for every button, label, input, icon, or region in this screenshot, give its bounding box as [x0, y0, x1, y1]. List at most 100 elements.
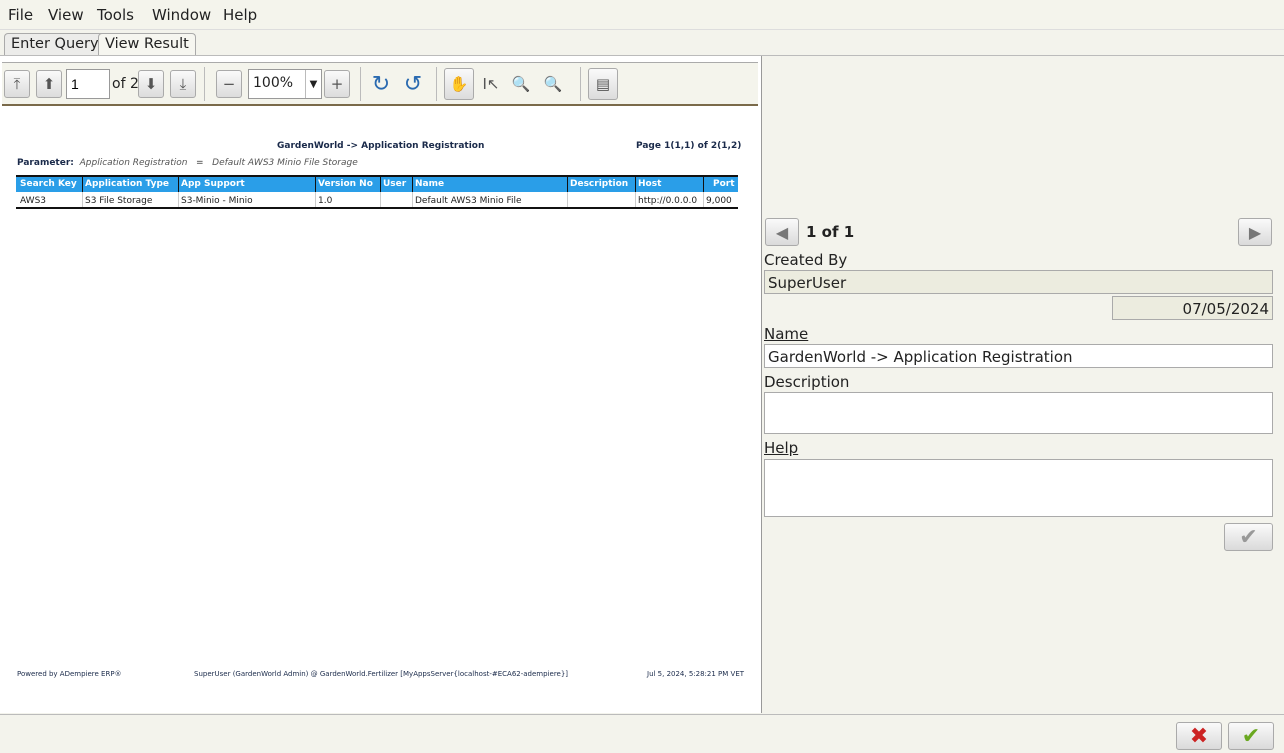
zoom-out-button[interactable]: − — [216, 70, 242, 98]
ok-button[interactable]: ✔ — [1228, 722, 1274, 750]
report-title: GardenWorld -> Application Registration — [277, 141, 485, 151]
table-row[interactable]: AWS3 S3 File Storage S3-Minio - Minio 1.… — [16, 192, 738, 209]
zoom-area-tool-button[interactable]: 🔍 — [508, 70, 534, 98]
menu-tools[interactable]: Tools — [97, 6, 134, 24]
rotate-counterclockwise-icon: ↺ — [403, 71, 423, 97]
column-header[interactable]: Port — [713, 179, 735, 189]
toolbar-separator — [580, 67, 581, 101]
minus-icon: − — [222, 75, 236, 93]
close-icon: ✖ — [1189, 723, 1209, 749]
column-header[interactable]: User — [383, 179, 406, 189]
menu-view[interactable]: View — [48, 6, 84, 24]
menu-file[interactable]: File — [8, 6, 33, 24]
zoom-select[interactable]: 100% ▼ — [248, 69, 322, 99]
previous-record-button[interactable]: ◀ — [765, 218, 799, 246]
cell-divider — [635, 192, 636, 207]
column-header[interactable]: Search Key — [20, 179, 77, 189]
cancel-button[interactable]: ✖ — [1176, 722, 1222, 750]
previous-page-button[interactable]: ⬆ — [36, 70, 62, 98]
column-header[interactable]: Host — [638, 179, 661, 189]
page-count-label: of 2 — [112, 76, 139, 92]
column-divider — [703, 177, 704, 192]
zoom-in-button[interactable]: + — [324, 70, 350, 98]
column-header[interactable]: App Support — [181, 179, 245, 189]
hand-icon: ✋ — [449, 75, 469, 93]
column-header[interactable]: Description — [570, 179, 628, 189]
help-field[interactable] — [764, 459, 1273, 517]
tab-enter-query[interactable]: Enter Query — [4, 33, 106, 56]
menu-window[interactable]: Window — [152, 6, 211, 24]
report-page-info: Page 1(1,1) of 2(1,2) — [636, 141, 742, 151]
zoom-area-icon: 🔍 — [511, 75, 531, 93]
table-cell: http://0.0.0.0 — [638, 196, 698, 206]
table-cell: AWS3 — [20, 196, 47, 206]
arrow-right-icon: ▶ — [1248, 222, 1262, 242]
toolbar-separator — [204, 67, 205, 101]
column-header[interactable]: Version No — [318, 179, 373, 189]
first-page-icon: ⤒ — [13, 75, 21, 93]
rotate-clockwise-button[interactable]: ↻ — [368, 70, 394, 98]
page-number-input[interactable] — [66, 69, 110, 99]
created-date-field: 07/05/2024 — [1112, 296, 1273, 320]
toolbar-separator — [360, 67, 361, 101]
table-cell: S3 File Storage — [85, 196, 153, 206]
chevron-down-icon[interactable]: ▼ — [305, 70, 321, 98]
record-counter: 1 of 1 — [806, 223, 855, 241]
next-page-button[interactable]: ⬇ — [138, 70, 164, 98]
cell-divider — [412, 192, 413, 207]
apply-button[interactable]: ✔ — [1224, 523, 1273, 551]
column-divider — [315, 177, 316, 192]
cell-divider — [178, 192, 179, 207]
column-divider — [567, 177, 568, 192]
name-label: Name — [764, 325, 809, 343]
created-by-label: Created By — [764, 251, 848, 269]
column-divider — [82, 177, 83, 192]
next-record-button[interactable]: ▶ — [1238, 218, 1272, 246]
dynamic-zoom-tool-button[interactable]: 🔍 — [540, 70, 566, 98]
text-cursor-icon: I↖ — [482, 75, 500, 93]
table-header: Search Key Application Type App Support … — [16, 175, 738, 192]
checkmark-icon: ✔ — [1241, 723, 1261, 749]
footer-timestamp: Jul 5, 2024, 5:28:21 PM VET — [647, 670, 745, 678]
last-page-button[interactable]: ⤓ — [170, 70, 196, 98]
footer-powered-by: Powered by ADempiere ERP® — [17, 670, 122, 678]
zoom-dynamic-icon: 🔍 — [543, 75, 563, 93]
rotate-counterclockwise-button[interactable]: ↺ — [400, 70, 426, 98]
cell-divider — [315, 192, 316, 207]
created-by-field: SuperUser — [764, 270, 1273, 294]
checkmark-icon: ✔ — [1239, 524, 1258, 550]
column-divider — [178, 177, 179, 192]
parameter-label: Parameter: — [17, 158, 74, 168]
footer-session-info: SuperUser (GardenWorld Admin) @ GardenWo… — [194, 670, 569, 678]
report-parameter: Parameter: Application Registration = De… — [17, 158, 358, 168]
table-cell: 9,000 — [706, 196, 732, 206]
column-header[interactable]: Application Type — [85, 179, 169, 189]
name-field[interactable]: GardenWorld -> Application Registration — [764, 344, 1273, 368]
menu-bar: File View Tools Window Help — [0, 0, 1284, 30]
last-page-icon: ⤓ — [179, 75, 187, 93]
table-cell: S3-Minio - Minio — [181, 196, 253, 206]
text-select-tool-button[interactable]: I↖ — [478, 70, 504, 98]
description-label: Description — [764, 373, 850, 391]
arrow-left-icon: ◀ — [775, 222, 789, 242]
first-page-button[interactable]: ⤒ — [4, 70, 30, 98]
column-divider — [412, 177, 413, 192]
table-cell: Default AWS3 Minio File — [415, 196, 522, 206]
zoom-value: 100% — [253, 75, 294, 91]
description-field[interactable] — [764, 392, 1273, 434]
page-view-button[interactable]: ▤ — [588, 68, 618, 100]
parameter-value: Default AWS3 Minio File Storage — [212, 158, 358, 168]
cell-divider — [567, 192, 568, 207]
menu-help[interactable]: Help — [223, 6, 257, 24]
toolbar-separator — [436, 67, 437, 101]
column-header[interactable]: Name — [415, 179, 444, 189]
document-icon: ▤ — [595, 75, 611, 93]
parameter-name: Application Registration — [79, 158, 188, 168]
tab-view-result[interactable]: View Result — [98, 33, 196, 56]
cell-divider — [380, 192, 381, 207]
column-divider — [635, 177, 636, 192]
parameter-equals: = — [196, 158, 204, 168]
report-page: GardenWorld -> Application Registration … — [2, 110, 758, 710]
pan-tool-button[interactable]: ✋ — [444, 68, 474, 100]
arrow-up-icon: ⬆ — [42, 75, 56, 93]
